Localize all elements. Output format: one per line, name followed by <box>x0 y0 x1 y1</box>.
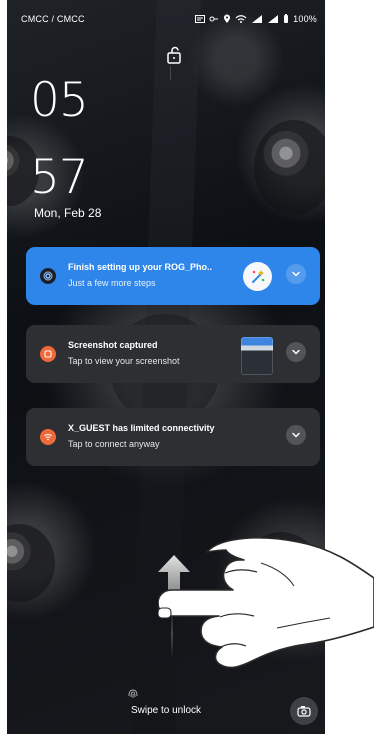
screenshot-icon <box>40 346 56 362</box>
notification-card[interactable]: X_GUEST has limited connectivity Tap to … <box>26 408 320 466</box>
notification-subtitle: Just a few more steps <box>68 278 156 288</box>
wifi-icon <box>235 14 247 24</box>
fingerprint-icon[interactable] <box>125 684 141 700</box>
magic-wand-icon <box>243 262 272 291</box>
expand-notification-button[interactable] <box>286 264 306 284</box>
location-icon <box>223 14 231 24</box>
status-bar: CMCC / CMCC 100% <box>21 10 317 28</box>
carrier-label: CMCC / CMCC <box>21 14 85 24</box>
clock-minute: 57 <box>30 150 89 205</box>
screen-record-icon <box>195 14 206 24</box>
swipe-guide-line <box>171 609 173 659</box>
unlock-icon <box>165 45 183 65</box>
notification-title: Finish setting up your ROG_Pho.. <box>68 262 213 272</box>
battery-percentage: 100% <box>293 14 317 24</box>
camera-button[interactable] <box>290 697 318 725</box>
status-icons: 100% <box>195 14 317 24</box>
lock-screen: CMCC / CMCC 100% 05 57 Mon, Feb 28 Finis… <box>7 0 325 734</box>
wallpaper-disc-right-upper <box>254 120 325 215</box>
screenshot-thumbnail <box>241 337 273 375</box>
battery-icon <box>283 14 289 24</box>
lock-divider <box>170 66 171 80</box>
date-label: Mon, Feb 28 <box>34 206 102 220</box>
key-icon <box>209 14 219 24</box>
notification-title: X_GUEST has limited connectivity <box>68 423 215 433</box>
swipe-to-unlock-text: Swipe to unlock <box>130 705 202 716</box>
notification-subtitle: Tap to connect anyway <box>68 439 160 449</box>
signal-icon <box>251 14 263 24</box>
notification-card[interactable]: Finish setting up your ROG_Pho.. Just a … <box>26 247 320 305</box>
clock-hour: 05 <box>30 73 89 128</box>
wallpaper-disc-right-lower <box>237 532 325 630</box>
wallpaper-disc-left-lower <box>7 524 55 602</box>
notification-title: Screenshot captured <box>68 340 158 350</box>
swipe-up-arrow-icon <box>155 554 193 608</box>
expand-notification-button[interactable] <box>286 425 306 445</box>
settings-icon <box>40 268 56 284</box>
expand-notification-button[interactable] <box>286 342 306 362</box>
signal-icon <box>267 14 279 24</box>
notification-card[interactable]: Screenshot captured Tap to view your scr… <box>26 325 320 383</box>
wifi-warning-icon <box>40 429 56 445</box>
notification-subtitle: Tap to view your screenshot <box>68 356 180 366</box>
